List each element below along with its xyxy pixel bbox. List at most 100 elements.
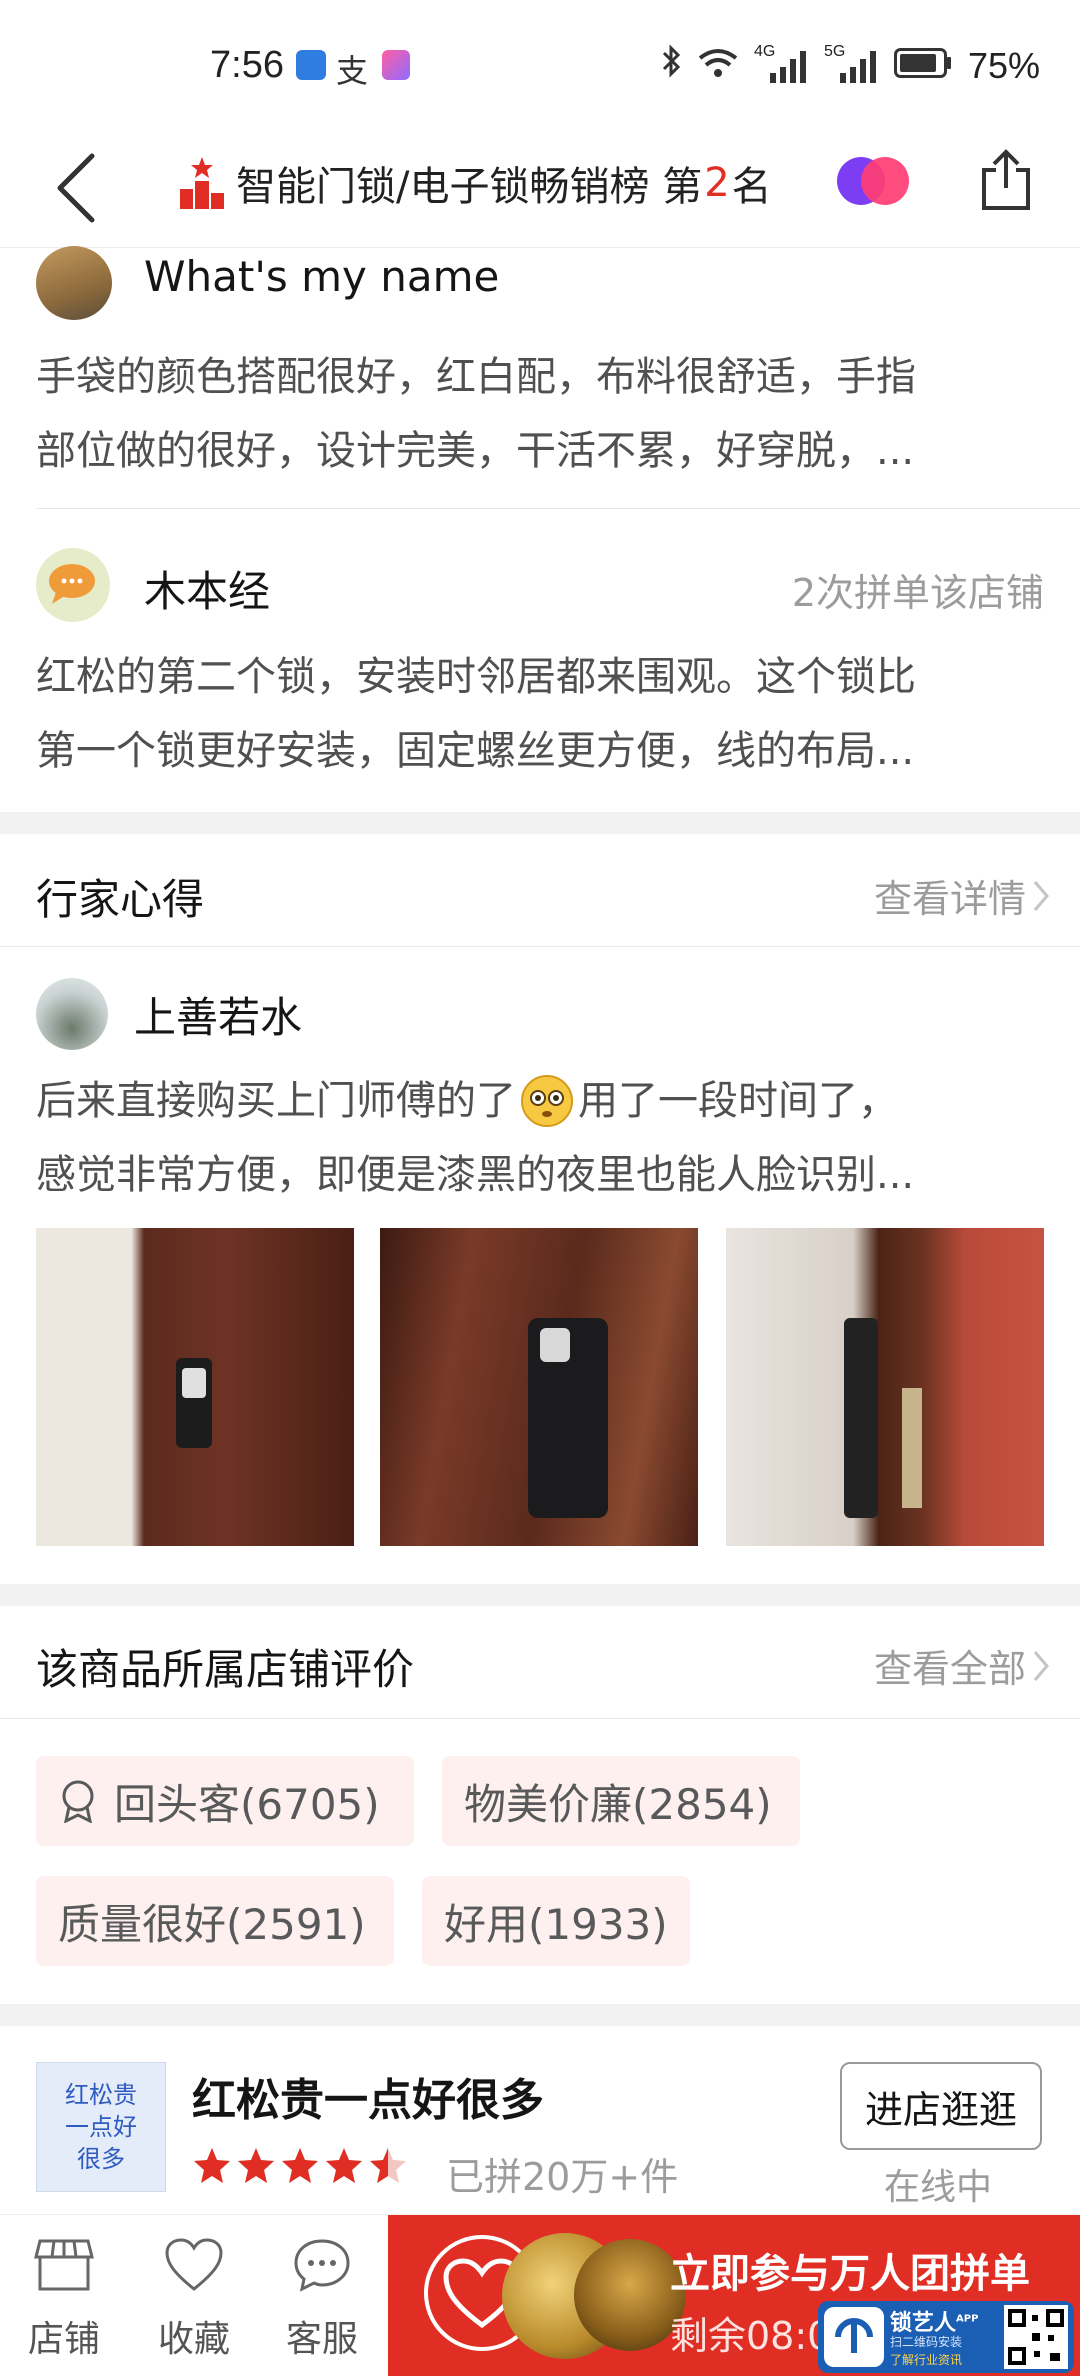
- enter-store-label: 进店逛逛: [864, 2087, 1017, 2132]
- review-text-line[interactable]: 第一个锁更好安装，固定螺丝更方便，线的布局...: [36, 714, 914, 788]
- star-icon: [238, 2148, 274, 2183]
- section-title-expert: 行家心得: [36, 875, 205, 924]
- review-tag-label: 回头客(6705): [114, 1779, 380, 1829]
- tab-store-label: 店铺: [27, 2319, 100, 2360]
- reviewer-name: 木本经: [144, 567, 271, 616]
- divider: [0, 946, 1080, 947]
- star-icon: [194, 2148, 230, 2183]
- group-avatars-icon[interactable]: [836, 156, 910, 206]
- repeat-purchase-badge: 2次拼单该店铺: [791, 571, 1044, 615]
- alipay-notification-icon: 支: [336, 52, 369, 90]
- share-button[interactable]: [980, 148, 1032, 212]
- store-logo-text: 很多: [77, 2145, 125, 2173]
- wifi-icon: [698, 45, 738, 87]
- medal-icon: [62, 1780, 94, 1823]
- store-logo-text: 一点好: [65, 2113, 137, 2141]
- chevron-left-icon: [57, 153, 95, 223]
- share-icon: [982, 149, 1030, 210]
- watermark-app-tag: APP: [956, 2313, 979, 2325]
- section-gap: [0, 1584, 1080, 1606]
- store-rating: [192, 2146, 408, 2186]
- review-text-line[interactable]: 部位做的很好，设计完美，干活不累，好穿脱，...: [36, 414, 914, 488]
- review-tag[interactable]: 回头客(6705): [36, 1756, 414, 1846]
- tab-customer-service-label: 客服: [285, 2319, 358, 2360]
- store-logo-text: 红松贵: [65, 2081, 137, 2109]
- star-icon: [370, 2148, 406, 2183]
- review-tag-label: 质量很好(2591): [58, 1899, 366, 1949]
- expert-text-line[interactable]: 感觉非常方便，即便是漆黑的夜里也能人脸识别...: [36, 1138, 914, 1212]
- review-tag-label: 好用(1933): [444, 1899, 668, 1949]
- store-logo[interactable]: 红松贵 一点好 很多: [36, 2062, 166, 2192]
- network-type-2: 5G: [823, 42, 846, 60]
- expert-text-line[interactable]: 后来直接购买上门师傅的了 用了一段时间了，: [36, 1064, 898, 1138]
- enter-store-button[interactable]: 进店逛逛: [840, 2062, 1042, 2150]
- store-sold-count: 已拼20万+件: [446, 2155, 679, 2199]
- ranking-icon: [180, 157, 224, 209]
- chat-bubble-avatar-icon: [49, 564, 95, 604]
- section-gap: [0, 2004, 1080, 2026]
- watermark-subtitle: 了解行业资讯: [890, 2353, 963, 2367]
- section-title-store-reviews: 该商品所属店铺评价: [36, 1645, 415, 1694]
- review-text-line[interactable]: 手袋的颜色搭配很好，红白配，布料很舒适，手指: [36, 340, 916, 414]
- top-nav-bar: 智能门锁/电子锁畅销榜 第2名: [0, 128, 1080, 248]
- heart-icon: [165, 2238, 223, 2291]
- expert-text-part: 用了一段时间了，: [578, 1078, 898, 1124]
- watermark-banner: 锁艺人APP 扫二维码安装 了解行业资讯: [818, 2301, 1074, 2373]
- review-photo[interactable]: [380, 1228, 698, 1546]
- tab-customer-service[interactable]: 客服: [272, 2237, 372, 2362]
- bottom-action-bar: 店铺 收藏 客服 立即参与万人团拼单 剩余08:0 锁艺人APP 扫二维码安装 …: [0, 2214, 1080, 2376]
- expert-text-part: 后来直接购买上门师傅的了: [36, 1078, 516, 1124]
- review-tag[interactable]: 物美价廉(2854): [442, 1756, 800, 1846]
- view-all-link[interactable]: 查看全部: [874, 1638, 1050, 1693]
- cta-countdown: 剩余08:0: [670, 2314, 832, 2358]
- watermark-subtitle: 扫二维码安装: [890, 2335, 963, 2349]
- view-details-label: 查看详情: [873, 877, 1026, 921]
- rank-number: 2: [704, 160, 730, 206]
- section-gap: [0, 812, 1080, 834]
- store-name[interactable]: 红松贵一点好很多: [192, 2064, 544, 2128]
- bestseller-rank[interactable]: 智能门锁/电子锁畅销榜 第2名: [178, 154, 772, 212]
- join-group-buy-button[interactable]: 立即参与万人团拼单 剩余08:0 锁艺人APP 扫二维码安装 了解行业资讯: [388, 2215, 1080, 2376]
- reviewer-avatar: [36, 978, 108, 1050]
- emoji-flushed-icon: [521, 1075, 573, 1127]
- network-type-1: 4G: [753, 42, 776, 60]
- rank-suffix: 名: [731, 164, 772, 210]
- chevron-right-icon: [1033, 1650, 1049, 1681]
- store-icon: [34, 2239, 94, 2291]
- reviewer-avatar: [36, 246, 112, 320]
- reviewer-name: 上善若水: [134, 993, 303, 1042]
- back-button[interactable]: [50, 148, 110, 228]
- signal-icon: 4G: [754, 43, 808, 83]
- store-online-status: 在线中: [884, 2167, 993, 2208]
- star-icon: [326, 2148, 362, 2183]
- review-text-line[interactable]: 红松的第二个锁，安装时邻居都来围观。这个锁比: [36, 640, 916, 714]
- review-tag[interactable]: 好用(1933): [422, 1876, 690, 1966]
- status-icons: 4G 5G 75%: [660, 43, 1040, 87]
- app-notification-icon-2: [382, 50, 410, 80]
- app-notification-icon: [296, 50, 326, 80]
- battery-icon: [893, 45, 952, 87]
- tab-favorite-label: 收藏: [157, 2319, 230, 2360]
- signal-icon-2: 5G: [824, 43, 878, 83]
- chat-icon: [294, 2239, 350, 2292]
- watermark-logo-icon: [824, 2307, 884, 2367]
- view-all-label: 查看全部: [873, 1647, 1026, 1691]
- tab-favorite[interactable]: 收藏: [144, 2237, 244, 2362]
- review-photo[interactable]: [36, 1228, 354, 1546]
- star-icon: [282, 2148, 318, 2183]
- rank-label: 智能门锁/电子锁畅销榜 第: [236, 164, 703, 210]
- lock-camera-image: [540, 1328, 570, 1362]
- review-photo[interactable]: [726, 1228, 1044, 1546]
- view-details-link[interactable]: 查看详情: [874, 868, 1050, 923]
- divider: [0, 1718, 1080, 1719]
- cta-title: 立即参与万人团拼单: [670, 2251, 1030, 2297]
- door-strike-image: [902, 1388, 922, 1508]
- chevron-right-icon: [1033, 880, 1049, 911]
- qr-code-icon: [1004, 2305, 1068, 2369]
- review-tag[interactable]: 质量很好(2591): [36, 1876, 394, 1966]
- bluetooth-icon: [660, 44, 682, 87]
- divider: [36, 508, 1080, 509]
- tab-store[interactable]: 店铺: [14, 2237, 114, 2362]
- reviewer-avatar: [36, 548, 110, 622]
- door-lock-image: [844, 1318, 878, 1518]
